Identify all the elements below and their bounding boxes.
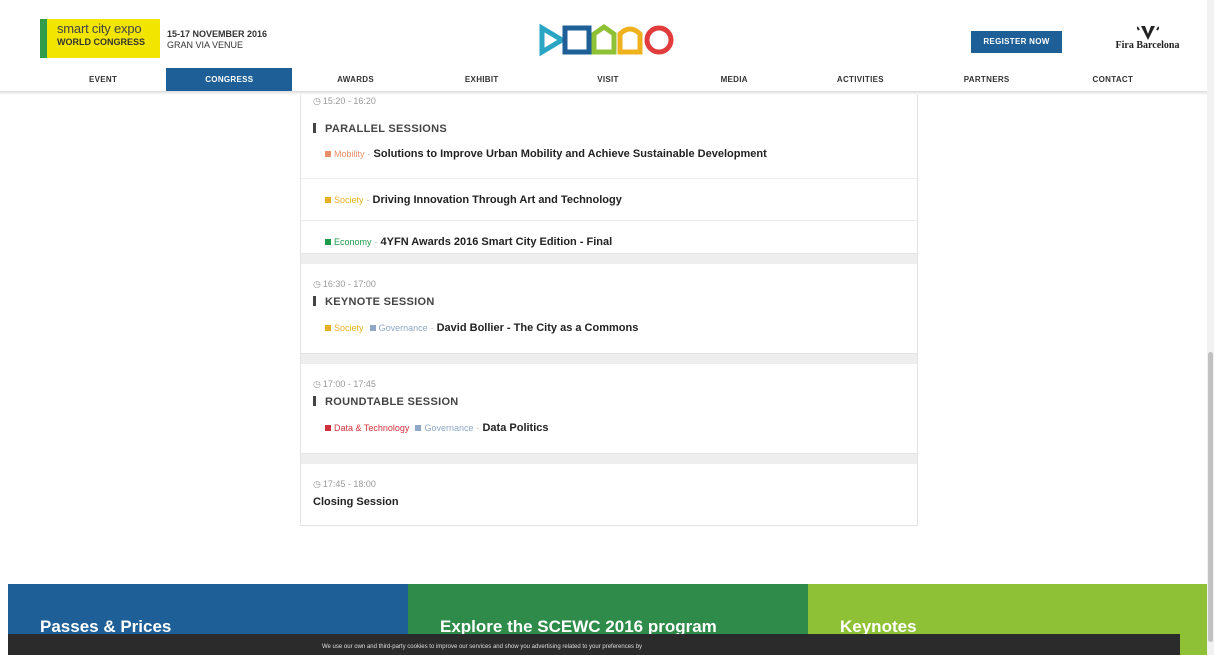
- fira-barcelona-icon: [1136, 26, 1159, 40]
- talk-tag[interactable]: Data & Technology: [334, 423, 409, 433]
- program-schedule: ◷ 15:20 - 16:20 PARALLEL SESSIONS Mobilit…: [300, 95, 918, 526]
- talk-title[interactable]: David Bollier - The City as a Commons: [437, 322, 639, 334]
- closing-session-title[interactable]: Closing Session: [301, 494, 917, 510]
- session-time: ◷ 16:30 - 17:00: [301, 278, 917, 290]
- session-title: ROUNDTABLE SESSION: [301, 392, 917, 412]
- talk-item[interactable]: Society - Driving Innovation Through Art a…: [301, 179, 917, 221]
- talk-tag[interactable]: Economy: [334, 237, 372, 247]
- tag-separator: -: [367, 149, 371, 159]
- nav-item-awards[interactable]: AWARDS: [292, 68, 418, 91]
- tag-separator: -: [430, 323, 434, 333]
- logo-line2: WORLD CONGRESS: [57, 37, 146, 47]
- session-title-text: ROUNDTABLE SESSION: [325, 396, 459, 408]
- session-block-closing: ◷ 17:45 - 18:00 Closing Session: [300, 464, 918, 526]
- clock-icon: ◷: [313, 379, 321, 389]
- logo-line1: smart city expo: [57, 21, 142, 36]
- session-time: ◷ 17:45 - 18:00: [301, 478, 917, 490]
- nav-item-activities[interactable]: ACTIVITIES: [797, 68, 923, 91]
- nav-item-exhibit[interactable]: EXHIBIT: [419, 68, 545, 91]
- clock-icon: ◷: [313, 279, 321, 289]
- talk-title[interactable]: Solutions to Improve Urban Mobility and …: [374, 148, 767, 160]
- talk-title[interactable]: 4YFN Awards 2016 Smart City Edition - Fi…: [381, 236, 613, 248]
- nav-item-partners[interactable]: PARTNERS: [924, 68, 1050, 91]
- title-bar-icon: [313, 396, 316, 406]
- page-scrollbar-thumb[interactable]: [1208, 352, 1213, 642]
- site-header: smart city expo WORLD CONGRESS 15-17 NOV…: [0, 0, 1214, 68]
- tag-square-icon: [325, 425, 331, 431]
- cookie-banner: We use our own and third-party cookies t…: [8, 634, 1180, 655]
- session-time-text: 17:00 - 17:45: [322, 379, 376, 389]
- event-date: 15-17 NOVEMBER 2016: [167, 29, 268, 39]
- session-block-parallel: ◷ 15:20 - 16:20 PARALLEL SESSIONS Mobilit…: [300, 95, 918, 254]
- nav-item-media[interactable]: MEDIA: [671, 68, 797, 91]
- nav-item-visit[interactable]: VISIT: [545, 68, 671, 91]
- session-gap: [300, 354, 918, 364]
- clock-icon: ◷: [313, 479, 321, 489]
- session-time: ◷ 17:00 - 17:45: [301, 378, 917, 390]
- event-venue: GRAN VIA VENUE: [167, 40, 244, 50]
- fira-barcelona-logo[interactable]: Fira Barcelona: [1110, 24, 1185, 51]
- clock-icon: ◷: [313, 96, 321, 106]
- session-time: ◷ 15:20 - 16:20: [301, 95, 917, 107]
- session-block-roundtable: ◷ 17:00 - 17:45 ROUNDTABLE SESSION Data &…: [300, 364, 918, 454]
- tag-separator: -: [476, 423, 480, 433]
- scewc-center-logo-icon[interactable]: [538, 22, 678, 58]
- session-time-text: 16:30 - 17:00: [322, 279, 376, 289]
- register-now-button[interactable]: REGISTER NOW: [971, 31, 1062, 53]
- talk-tag[interactable]: Mobility: [334, 149, 365, 159]
- session-block-keynote: ◷ 16:30 - 17:00 KEYNOTE SESSION Society G…: [300, 264, 918, 354]
- nav-item-event[interactable]: EVENT: [40, 68, 166, 91]
- talk-item[interactable]: Mobility - Solutions to Improve Urban Mobi…: [301, 139, 917, 179]
- title-bar-icon: [313, 123, 316, 133]
- fira-barcelona-text: Fira Barcelona: [1115, 40, 1180, 51]
- talk-item[interactable]: Data & Technology Governance - Data Politi…: [301, 412, 917, 444]
- nav-item-congress[interactable]: CONGRESS: [166, 68, 293, 91]
- main-nav: EVENT CONGRESS AWARDS EXHIBIT VISIT MEDI…: [40, 68, 1176, 91]
- tag-square-icon: [369, 325, 376, 331]
- smart-city-expo-logo[interactable]: smart city expo WORLD CONGRESS: [40, 19, 160, 58]
- talk-tag[interactable]: Governance: [379, 323, 428, 333]
- cookie-text: We use our own and third-party cookies t…: [322, 644, 643, 650]
- nav-item-contact[interactable]: CONTACT: [1050, 68, 1176, 91]
- talk-tag[interactable]: Society: [334, 195, 364, 205]
- talk-title[interactable]: Data Politics: [482, 422, 548, 434]
- session-time-text: 17:45 - 18:00: [322, 479, 376, 489]
- title-bar-icon: [313, 296, 316, 306]
- tag-square-icon: [325, 239, 331, 245]
- tag-separator: -: [374, 237, 378, 247]
- session-title: KEYNOTE SESSION: [301, 292, 917, 312]
- session-time-text: 15:20 - 16:20: [322, 96, 376, 106]
- talk-tag[interactable]: Society: [334, 323, 364, 333]
- session-title-text: PARALLEL SESSIONS: [325, 123, 448, 135]
- talk-title[interactable]: Driving Innovation Through Art and Techn…: [373, 194, 622, 206]
- tag-separator: -: [366, 195, 370, 205]
- tag-square-icon: [325, 325, 331, 331]
- session-title: PARALLEL SESSIONS: [301, 119, 917, 139]
- tag-square-icon: [325, 151, 331, 157]
- session-title-text: KEYNOTE SESSION: [325, 296, 435, 308]
- tag-square-icon: [325, 197, 331, 203]
- tag-square-icon: [415, 425, 422, 431]
- talk-tag[interactable]: Governance: [424, 423, 473, 433]
- talk-item[interactable]: Society Governance - David Bollier - The C…: [301, 312, 917, 344]
- session-gap: [300, 454, 918, 464]
